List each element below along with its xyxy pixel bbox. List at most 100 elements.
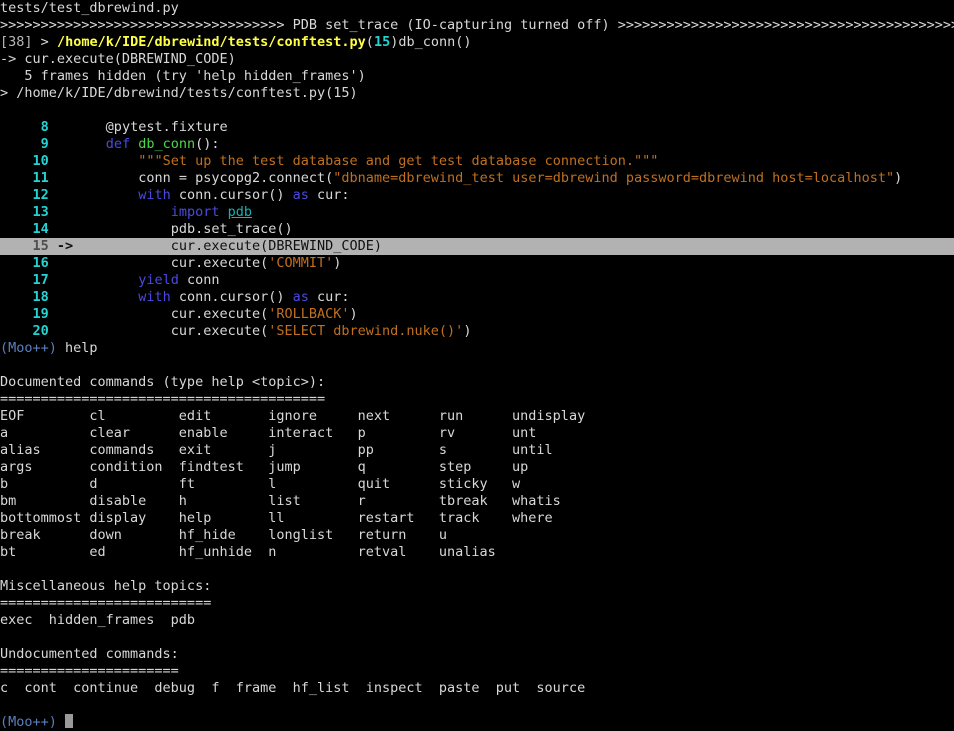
current-statement-line: -> cur.execute(DBREWIND_CODE): [0, 51, 954, 68]
undocumented-commands-items: c cont continue debug f frame hf_list in…: [0, 680, 954, 697]
source-token: cur:: [308, 289, 350, 305]
input-prompt-line[interactable]: (Moo++): [0, 714, 954, 731]
source-token: pdb.set_trace(): [73, 221, 293, 237]
source-line-arrow: [49, 272, 73, 288]
source-token: cur.execute(: [73, 323, 269, 339]
current-statement: -> cur.execute(DBREWIND_CODE): [0, 51, 236, 67]
source-line-number: 9: [0, 136, 49, 152]
prompt-label: (Moo++): [0, 340, 57, 356]
misc-rule-text: ==========================: [0, 595, 212, 611]
source-line-number: 19: [0, 306, 49, 322]
source-token: conn.cursor(): [170, 187, 293, 203]
source-token: pdb: [227, 204, 253, 220]
source-line-number: 12: [0, 187, 49, 203]
undocumented-rule-text: ======================: [0, 663, 179, 679]
frame-open-paren: (: [365, 34, 374, 50]
source-line-arrow: [49, 153, 73, 169]
source-line-arrow: [49, 255, 73, 271]
source-token: [73, 187, 138, 203]
source-token: def: [105, 136, 131, 152]
test-file-name: tests/test_dbrewind.py: [0, 0, 179, 16]
source-line: 16 cur.execute('COMMIT'): [0, 255, 954, 272]
command-row-text: bottommost display help ll restart track…: [0, 510, 553, 526]
command-row: a clear enable interact p rv unt: [0, 425, 954, 442]
source-line: 8 @pytest.fixture: [0, 119, 954, 136]
command-row-text: break down hf_hide longlist return u: [0, 527, 448, 543]
source-token: [73, 153, 138, 169]
source-token: 'SELECT dbrewind.nuke()': [268, 323, 464, 339]
source-token: import: [170, 204, 220, 220]
source-token: cur:: [308, 187, 350, 203]
source-token: 'ROLLBACK': [268, 306, 350, 322]
command-row: bottommost display help ll restart track…: [0, 510, 954, 527]
terminal-window[interactable]: tests/test_dbrewind.py >>>>>>>>>>>>>>>>>…: [0, 0, 954, 731]
source-line-arrow: [49, 221, 73, 237]
misc-topics-rule: ==========================: [0, 595, 954, 612]
source-token: ():: [195, 136, 220, 152]
command-row-text: EOF cl edit ignore next run undisplay: [0, 408, 586, 424]
separator-spacer-2: [610, 17, 618, 33]
test-file-line: tests/test_dbrewind.py: [0, 0, 954, 17]
source-line-arrow: [49, 289, 73, 305]
frame-header-line: [38] > /home/k/IDE/dbrewind/tests/confte…: [0, 34, 954, 51]
source-line-number: 14: [0, 221, 49, 237]
source-token: yield: [138, 272, 179, 288]
source-line-number: 13: [0, 204, 49, 220]
source-token: cur.execute(: [73, 255, 269, 271]
source-line-arrow: [49, 170, 73, 186]
misc-topics-header: Miscellaneous help topics:: [0, 578, 954, 595]
undocumented-items-text: c cont continue debug f frame hf_list in…: [0, 680, 586, 696]
command-row-text: bt ed hf_unhide n retval unalias: [0, 544, 496, 560]
location-line: > /home/k/IDE/dbrewind/tests/conftest.py…: [0, 85, 954, 102]
command-row-text: a clear enable interact p rv unt: [0, 425, 537, 441]
source-token: ): [894, 170, 903, 186]
source-token: with: [138, 289, 171, 305]
separator-spacer: [284, 17, 292, 33]
source-token: [130, 136, 138, 152]
location-text: > /home/k/IDE/dbrewind/tests/conftest.py…: [0, 85, 358, 101]
source-line-arrow: [49, 204, 73, 220]
source-token: [73, 136, 106, 152]
source-token: cur.execute(: [73, 306, 269, 322]
source-token: @pytest.fixture: [73, 119, 228, 135]
source-token: [73, 272, 138, 288]
frames-hidden-text: 5 frames hidden (try 'help hidden_frames…: [0, 68, 366, 84]
set-trace-separator: >>>>>>>>>>>>>>>>>>>>>>>>>>>>>>>>>>> PDB …: [0, 17, 954, 34]
command-row: bt ed hf_unhide n retval unalias: [0, 544, 954, 561]
command-row: alias commands exit j pp s until: [0, 442, 954, 459]
frame-function-name: db_conn(): [398, 34, 472, 50]
source-token: conn: [178, 272, 220, 288]
documented-commands-header: Documented commands (type help <topic>):: [0, 374, 954, 391]
undocumented-header-text: Undocumented commands:: [0, 646, 179, 662]
source-line: 13 import pdb: [0, 204, 954, 221]
source-token: with: [138, 187, 171, 203]
source-token: conn.cursor(): [170, 289, 293, 305]
source-line: 10 """Set up the test database and get t…: [0, 153, 954, 170]
command-row-text: alias commands exit j pp s until: [0, 442, 553, 458]
source-line-number: 10: [0, 153, 49, 169]
source-line: 18 with conn.cursor() as cur:: [0, 289, 954, 306]
echo-space: [57, 340, 65, 356]
source-line: 19 cur.execute('ROLLBACK'): [0, 306, 954, 323]
source-token: "dbname=dbrewind_test user=dbrewind pass…: [333, 170, 895, 186]
source-line-arrow: [49, 306, 73, 322]
source-line-arrow: [49, 136, 73, 152]
command-row: bm disable h list r tbreak whatis: [0, 493, 954, 510]
command-row: args condition findtest jump q step up: [0, 459, 954, 476]
undocumented-commands-header: Undocumented commands:: [0, 646, 954, 663]
command-row: EOF cl edit ignore next run undisplay: [0, 408, 954, 425]
source-line-number: 18: [0, 289, 49, 305]
source-line: 14 pdb.set_trace(): [0, 221, 954, 238]
frame-space-1: [33, 34, 41, 50]
undocumented-commands-rule: ======================: [0, 663, 954, 680]
frames-hidden-line: 5 frames hidden (try 'help hidden_frames…: [0, 68, 954, 85]
source-token: 'COMMIT': [268, 255, 334, 271]
command-row-text: b d ft l quit sticky w: [0, 476, 521, 492]
source-line-number: 11: [0, 170, 49, 186]
documented-rule-text: ========================================: [0, 391, 326, 407]
command-row-text: args condition findtest jump q step up: [0, 459, 529, 475]
